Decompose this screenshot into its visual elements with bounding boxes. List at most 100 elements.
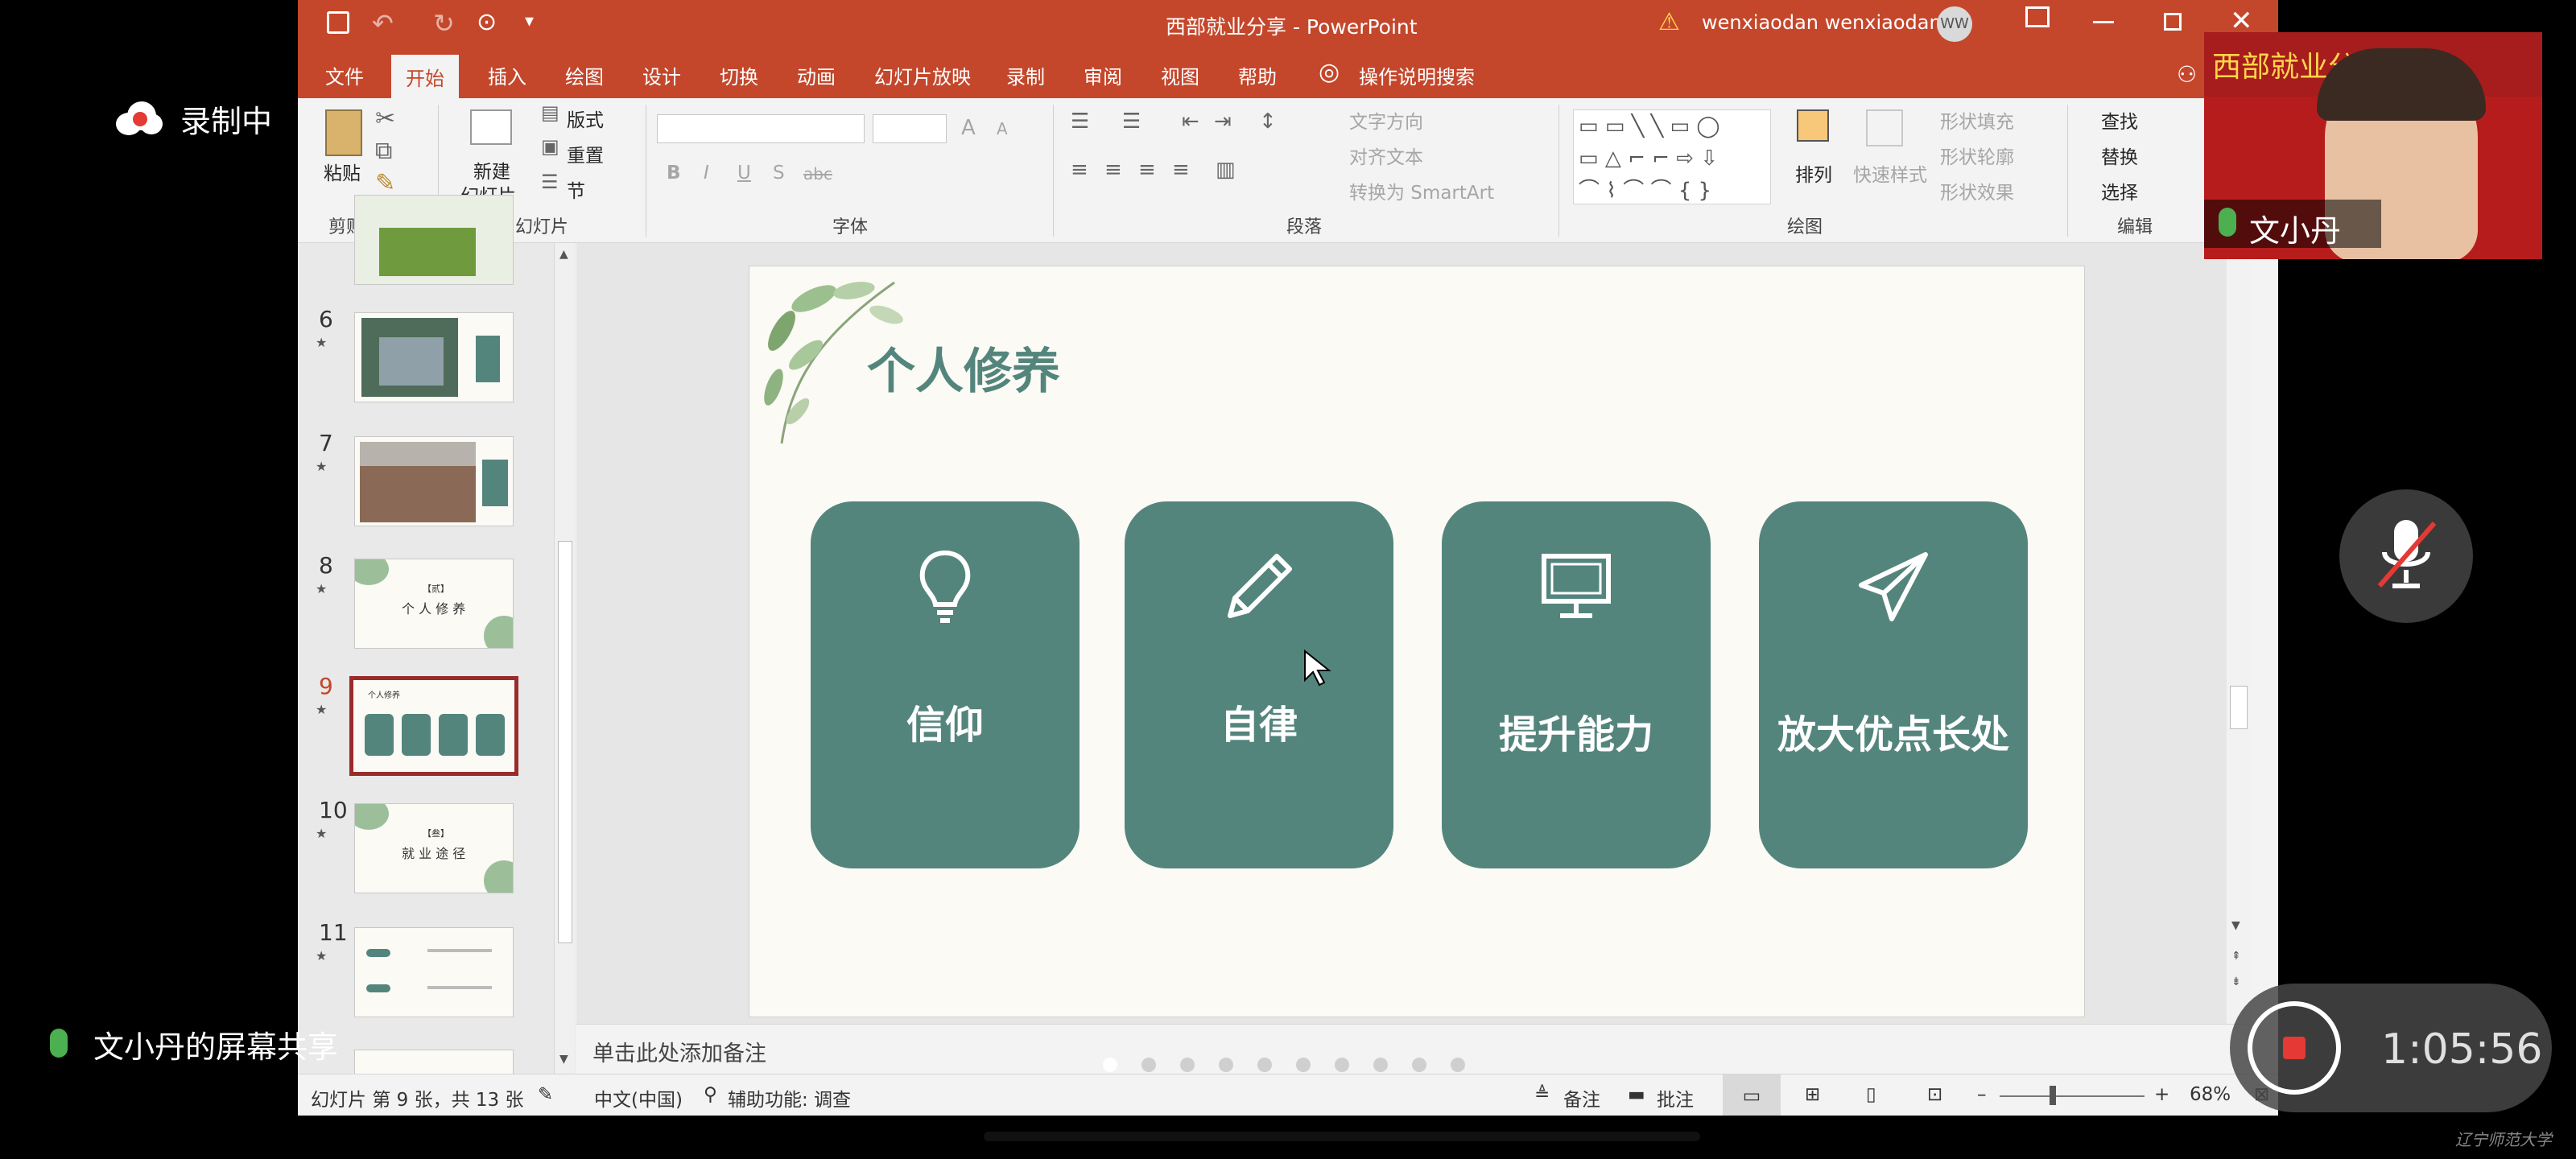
find-button[interactable]: 查找 [2101, 106, 2138, 134]
card-self-discipline[interactable]: 自律 [1125, 501, 1393, 868]
card-faith[interactable]: 信仰 [811, 501, 1080, 868]
zoom-slider-thumb[interactable] [2050, 1086, 2056, 1105]
slide-thumbnail-11[interactable] [354, 927, 514, 1017]
slide-sorter-view-button[interactable]: ⊞ [1805, 1084, 1820, 1105]
tab-draw[interactable]: 绘图 [565, 61, 604, 89]
zoom-in-button[interactable]: + [2154, 1084, 2169, 1105]
notes-placeholder[interactable]: 单击此处添加备注 [592, 1036, 766, 1067]
format-painter-icon[interactable]: ✎ [375, 169, 395, 197]
bullets-icon[interactable]: ☰ [1071, 109, 1089, 134]
scroll-down-icon[interactable]: ▼ [559, 1053, 568, 1066]
restore-icon[interactable] [2164, 13, 2182, 31]
tab-record[interactable]: 录制 [1006, 61, 1045, 89]
section-button[interactable]: 节 [567, 175, 585, 203]
presenter-icon[interactable]: ⊙ [477, 8, 497, 36]
accessibility-status[interactable]: 辅助功能: 调查 [728, 1084, 851, 1112]
text-direction-button[interactable]: 文字方向 [1349, 106, 1423, 134]
notes-button[interactable]: 备注 [1563, 1084, 1600, 1112]
new-slide-button[interactable]: 新建 [473, 156, 510, 184]
underline-button[interactable]: U [737, 163, 751, 184]
tab-animations[interactable]: 动画 [797, 61, 836, 89]
slide-thumbnail-8[interactable]: 【贰】 个 人 修 养 [354, 559, 514, 649]
quick-styles-button[interactable]: 快速样式 [1853, 159, 1927, 187]
align-center-icon[interactable]: ≡ [1104, 158, 1122, 182]
comments-button[interactable]: 批注 [1657, 1084, 1694, 1112]
tab-transitions[interactable]: 切换 [720, 61, 758, 89]
italic-button[interactable]: I [704, 163, 709, 184]
outdent-icon[interactable]: ⇥ [1214, 109, 1232, 134]
language-indicator[interactable]: 中文(中国) [594, 1084, 683, 1112]
tell-me-search[interactable]: 操作说明搜索 [1359, 61, 1475, 89]
shadow-button[interactable]: S [773, 163, 785, 184]
tab-file[interactable]: 文件 [325, 61, 364, 89]
paste-icon[interactable] [325, 109, 362, 156]
customize-qat-icon[interactable]: ▾ [525, 11, 534, 31]
tab-design[interactable]: 设计 [642, 61, 681, 89]
slide-thumbnails-pane[interactable]: 6 ★ 7 ★ 8 ★ 【贰】 个 人 修 养 9 ★ 个人修养 10 ★ 【叁… [298, 195, 576, 1116]
tab-help[interactable]: 帮助 [1238, 61, 1277, 89]
thumbnails-scrollbar[interactable]: ▲ ▼ [554, 243, 575, 1074]
mute-microphone-button[interactable] [2339, 489, 2473, 623]
home-indicator[interactable] [984, 1132, 1700, 1141]
current-slide[interactable]: 个人修养 信仰 自律 提升能力 放大优点长处 [749, 266, 2085, 1017]
slide-thumbnail-6[interactable] [354, 312, 514, 402]
card-improve-ability[interactable]: 提升能力 [1442, 501, 1711, 868]
stop-recording-button[interactable] [2248, 1001, 2341, 1095]
shape-outline-button[interactable]: 形状轮廓 [1940, 142, 2014, 169]
tab-view[interactable]: 视图 [1161, 61, 1199, 89]
reset-button[interactable]: 重置 [567, 140, 604, 167]
tab-home[interactable]: 开始 [391, 55, 459, 98]
zoom-out-button[interactable]: – [1977, 1084, 1987, 1105]
numbering-icon[interactable]: ☰ [1122, 109, 1141, 134]
justify-icon[interactable]: ≡ [1172, 158, 1190, 182]
user-name[interactable]: wenxiaodan wenxiaodan [1702, 11, 1942, 34]
columns-icon[interactable]: ▥ [1216, 158, 1236, 182]
layout-button[interactable]: 版式 [567, 105, 604, 132]
slide-thumbnail-7[interactable] [354, 436, 514, 526]
scrollbar-thumb[interactable] [558, 541, 572, 943]
grow-font-button[interactable]: A [961, 116, 976, 140]
scroll-up-icon[interactable]: ▲ [559, 248, 568, 261]
slideshow-view-button[interactable]: ⊡ [1927, 1084, 1942, 1105]
warning-icon[interactable]: ⚠ [1658, 8, 1680, 36]
spellcheck-icon[interactable]: ✎ [538, 1084, 553, 1105]
slide-scrollbar[interactable]: ▼ ⇞ ⇟ [2227, 243, 2251, 1024]
redo-icon[interactable]: ↻ [433, 8, 455, 39]
shape-fill-button[interactable]: 形状填充 [1940, 106, 2014, 134]
copy-icon[interactable]: ⧉ [375, 137, 392, 165]
slide-title[interactable]: 个人修养 [867, 332, 1060, 402]
new-slide-icon[interactable] [470, 109, 512, 145]
reading-view-button[interactable]: ▯ [1866, 1084, 1876, 1105]
minimize-icon[interactable] [2093, 21, 2114, 23]
font-name-dropdown[interactable] [657, 114, 865, 143]
shapes-gallery[interactable]: ▭ ▭ ╲ ╲ ▭ ◯ ▭ △ ⌐ ⌐ ⇨ ⇩ ⌒ ⌇ ⌒ ⌒ { } [1573, 109, 1771, 204]
normal-view-button[interactable]: ▭ [1723, 1074, 1781, 1116]
tab-slideshow[interactable]: 幻灯片放映 [874, 61, 971, 89]
scroll-down-icon[interactable]: ▼ [2231, 919, 2240, 932]
strikethrough-button[interactable]: abc [803, 164, 832, 184]
replace-button[interactable]: 替换 [2101, 142, 2138, 169]
arrange-button[interactable]: 排列 [1795, 159, 1832, 187]
next-slide-icon[interactable]: ⇟ [2231, 975, 2241, 988]
zoom-level[interactable]: 68% [2190, 1084, 2231, 1105]
save-icon[interactable] [327, 11, 349, 34]
recording-timer-pill[interactable]: 1:05:56 [2230, 984, 2552, 1112]
align-text-button[interactable]: 对齐文本 [1349, 142, 1423, 169]
cut-icon[interactable]: ✂ [375, 105, 395, 133]
slide-thumbnail-9[interactable]: 个人修养 [349, 676, 518, 776]
select-button[interactable]: 选择 [2101, 177, 2138, 204]
zoom-slider[interactable] [2000, 1095, 2145, 1097]
align-left-icon[interactable]: ≡ [1071, 158, 1088, 182]
indent-icon[interactable]: ⇤ [1182, 109, 1199, 134]
align-right-icon[interactable]: ≡ [1138, 158, 1156, 182]
slide-scrollbar-thumb[interactable] [2230, 686, 2248, 729]
tab-insert[interactable]: 插入 [488, 61, 526, 89]
card-amplify-strengths[interactable]: 放大优点长处 [1759, 501, 2028, 868]
smartart-button[interactable]: 转换为 SmartArt [1349, 177, 1494, 204]
slide-thumbnail-5[interactable] [354, 195, 514, 285]
ribbon-display-icon[interactable] [2025, 6, 2050, 27]
shape-effects-button[interactable]: 形状效果 [1940, 177, 2014, 204]
line-spacing-icon[interactable]: ↕ [1259, 109, 1277, 134]
participant-video[interactable]: 西部就业分享会 文小丹 [2204, 32, 2542, 259]
undo-icon[interactable]: ↶ [372, 8, 394, 39]
